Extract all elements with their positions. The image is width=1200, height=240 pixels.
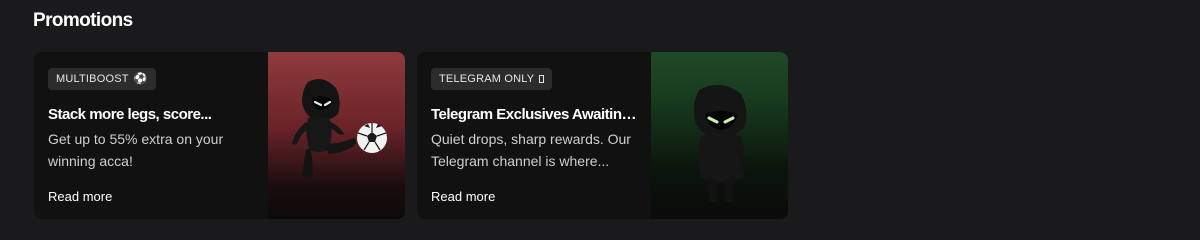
promo-description: Quiet drops, sharp rewards. Our Telegram… [431,131,631,169]
hooded-ninja-kicking-ball-illustration [292,79,387,178]
promo-image [651,52,788,219]
promo-card-body: TELEGRAM ONLY Telegram Exclusives Awaiti… [417,52,651,219]
promo-card-multiboost[interactable]: MULTIBOOST ⚽ Stack more legs, score... G… [34,52,405,219]
soccer-ball-icon: ⚽ [133,72,148,85]
promo-badge-label: MULTIBOOST [56,73,129,85]
promo-title: Telegram Exclusives Awaiting... [431,106,637,123]
promo-badge-label: TELEGRAM ONLY [439,73,535,85]
promotions-list: MULTIBOOST ⚽ Stack more legs, score... G… [34,52,788,219]
missing-glyph-icon [539,75,545,83]
promo-image [268,52,405,219]
promo-badge: TELEGRAM ONLY [431,68,553,90]
promo-card-telegram[interactable]: TELEGRAM ONLY Telegram Exclusives Awaiti… [417,52,788,219]
read-more-link[interactable]: Read more [431,189,495,204]
promo-description: Get up to 55% extra on your winning acca… [48,131,224,169]
read-more-link[interactable]: Read more [48,189,112,204]
promotions-section: Promotions MULTIBOOST ⚽ Stack more legs,… [0,0,1200,240]
promo-card-body: MULTIBOOST ⚽ Stack more legs, score... G… [34,52,268,219]
promo-badge: MULTIBOOST ⚽ [48,68,156,90]
hooded-ninja-standing-illustration [693,84,748,202]
section-title: Promotions [33,10,133,31]
promo-title: Stack more legs, score... [48,106,212,123]
